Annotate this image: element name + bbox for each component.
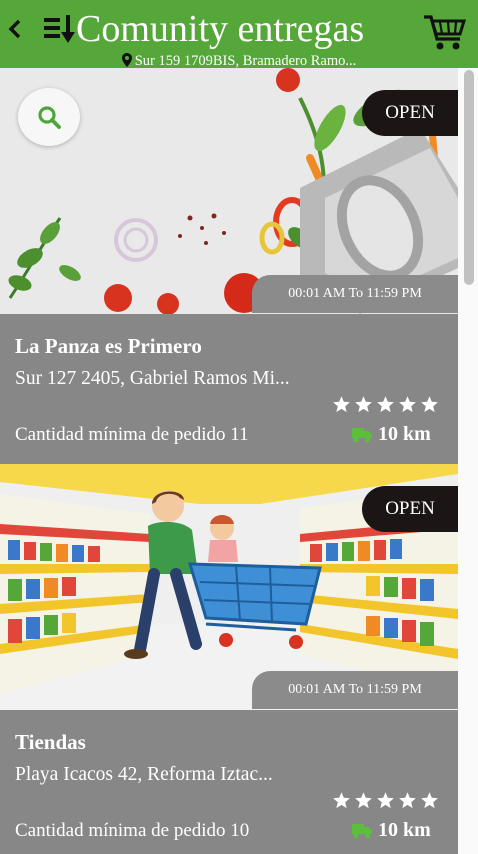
min-order: Cantidad mínima de pedido 11 (15, 424, 249, 445)
distance-value: 10 km (378, 819, 431, 841)
star-icon (355, 396, 372, 413)
app-title: Comunity entregas (76, 8, 365, 50)
star-icon (377, 396, 394, 413)
distance: 10 km (352, 817, 431, 843)
store-image: OPEN 00:01 AM To 11:59 PM (0, 68, 458, 314)
truck-icon (352, 824, 372, 839)
hours-badge: 00:01 AM To 11:59 PM (252, 275, 458, 313)
store-address: Sur 127 2405, Gabriel Ramos Mi... (15, 368, 290, 389)
star-icon (355, 792, 372, 809)
back-button[interactable] (6, 14, 26, 44)
star-icon (377, 792, 394, 809)
star-icon (333, 792, 350, 809)
search-icon (38, 106, 61, 129)
distance-value: 10 km (378, 423, 431, 445)
store-address: Playa Icacos 42, Reforma Iztac... (15, 764, 273, 785)
store-list[interactable]: OPEN 00:01 AM To 11:59 PM La Panza es Pr… (0, 68, 458, 854)
store-image: OPEN 00:01 AM To 11:59 PM (0, 464, 458, 710)
search-button[interactable] (18, 88, 80, 146)
status-badge: OPEN (362, 90, 458, 136)
star-icon (399, 792, 416, 809)
cart-button[interactable] (422, 12, 468, 52)
cart-icon (424, 15, 467, 50)
truck-icon (352, 428, 372, 443)
star-icon (421, 396, 438, 413)
back-icon (8, 19, 21, 39)
star-icon (333, 396, 350, 413)
location-pin-icon (121, 53, 132, 67)
sort-icon (44, 15, 75, 43)
scrollbar[interactable] (458, 68, 478, 854)
rating-stars (332, 791, 442, 811)
star-icon (399, 396, 416, 413)
store-info: La Panza es Primero Sur 127 2405, Gabrie… (0, 314, 458, 464)
store-card[interactable]: OPEN 00:01 AM To 11:59 PM La Panza es Pr… (0, 68, 458, 464)
rating-stars (332, 395, 442, 415)
store-name: La Panza es Primero (15, 334, 202, 358)
store-card[interactable]: OPEN 00:01 AM To 11:59 PM Tiendas Playa … (0, 464, 458, 854)
hours-badge: 00:01 AM To 11:59 PM (252, 671, 458, 709)
delivery-address-text: Sur 159 1709BIS, Bramadero Ramo... (134, 53, 357, 69)
sort-button[interactable] (42, 12, 78, 46)
status-badge: OPEN (362, 486, 458, 532)
star-icon (421, 792, 438, 809)
store-info: Tiendas Playa Icacos 42, Reforma Iztac..… (0, 710, 458, 854)
scroll-thumb[interactable] (464, 70, 474, 285)
distance: 10 km (352, 421, 431, 447)
min-order: Cantidad mínima de pedido 10 (15, 820, 250, 841)
app-header: Comunity entregas Sur 159 1709BIS, Brama… (0, 0, 478, 70)
store-name: Tiendas (15, 730, 86, 754)
